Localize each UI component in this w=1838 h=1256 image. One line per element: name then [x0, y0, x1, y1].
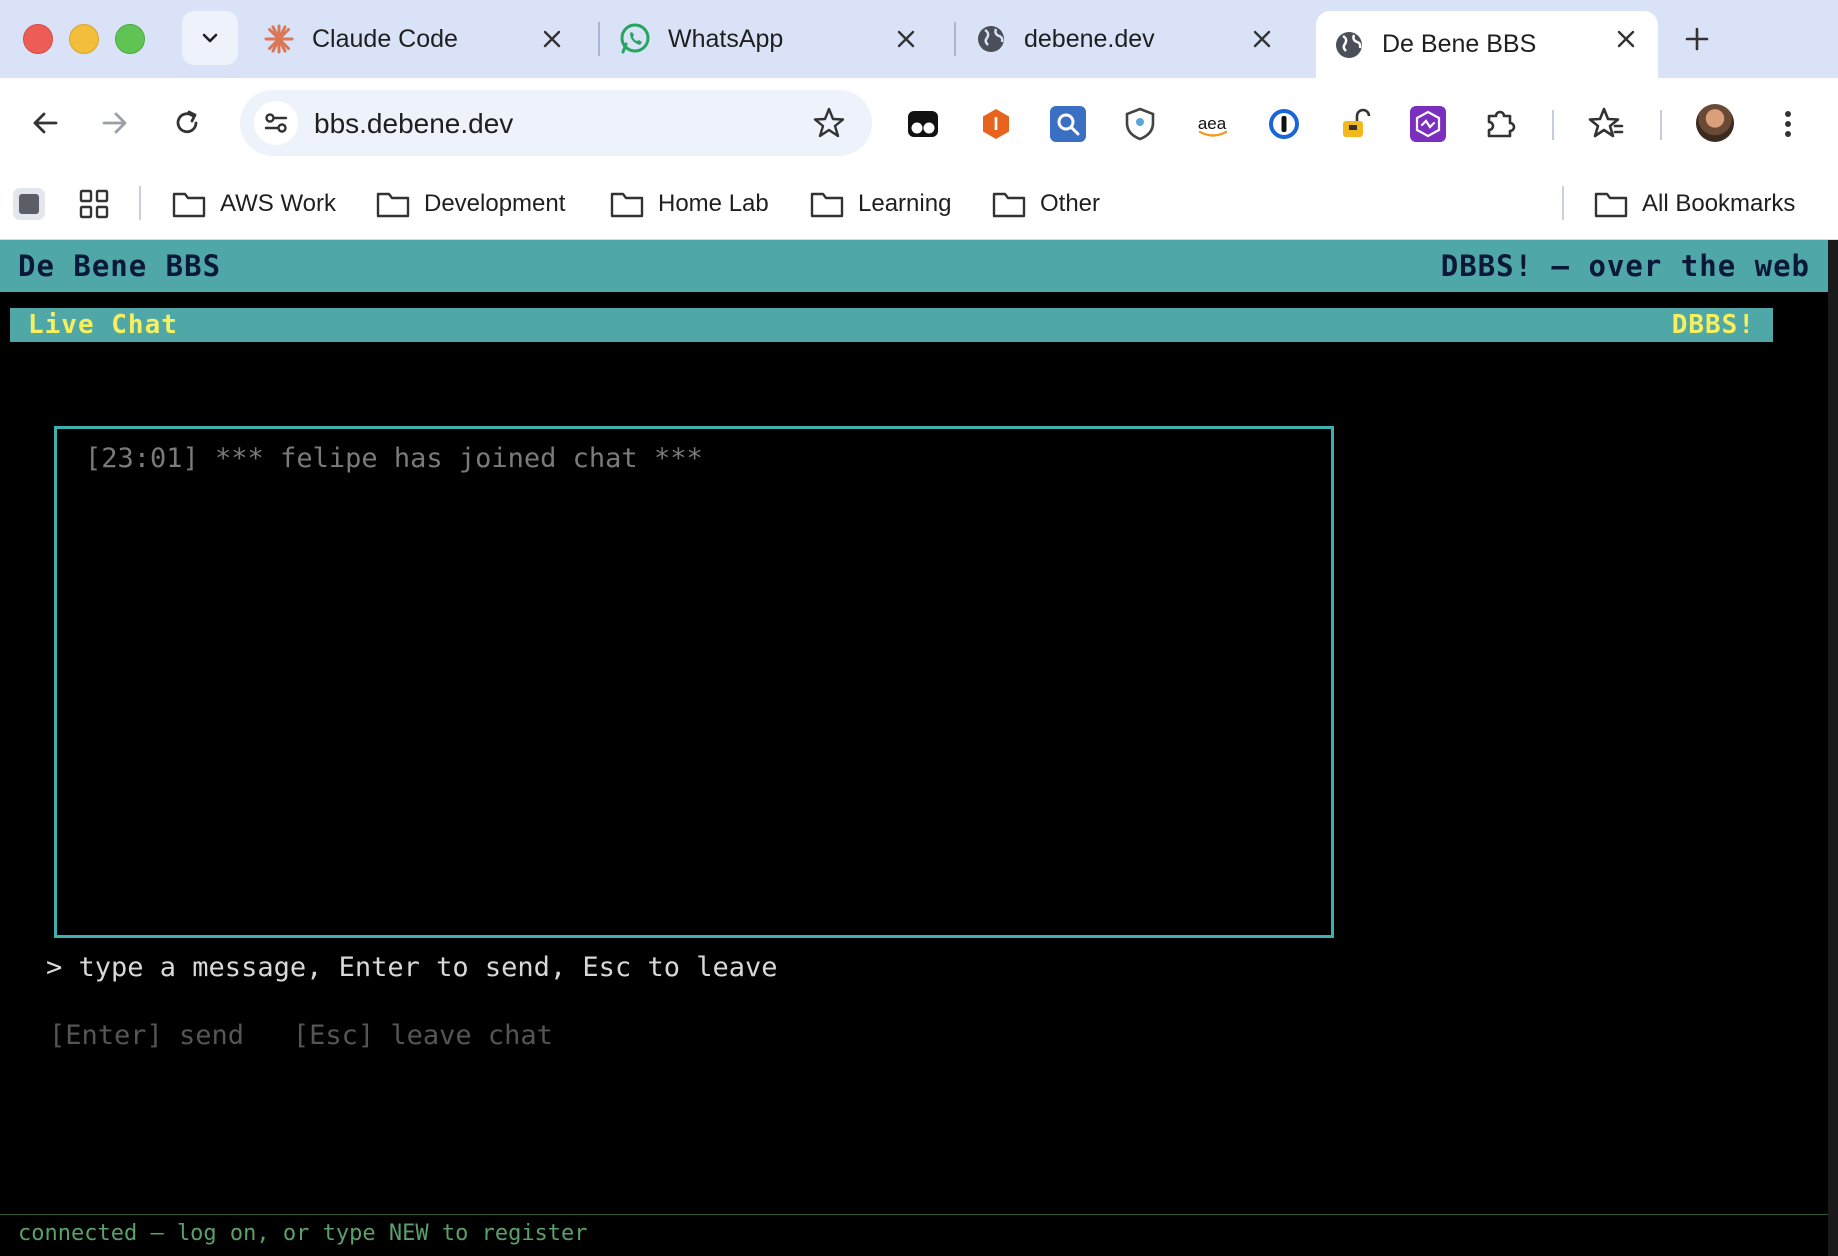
arrow-left-icon	[33, 112, 58, 134]
whatsapp-icon	[618, 22, 652, 56]
address-bar[interactable]: bbs.debene.dev	[240, 90, 872, 156]
onepassword-icon[interactable]	[1266, 106, 1302, 142]
bookmark-label: Learning	[858, 190, 952, 217]
window-close-button[interactable]	[23, 24, 53, 54]
tab-groups-button[interactable]	[12, 184, 46, 224]
new-tab-button[interactable]	[1680, 22, 1714, 56]
reload-button[interactable]	[166, 102, 208, 144]
chat-log: [23:01] *** felipe has joined chat ***	[54, 426, 1334, 938]
plus-icon	[1685, 27, 1709, 51]
tab-strip: Claude Code WhatsApp debene.dev De Bene …	[0, 0, 1838, 78]
section-badge: DBBS!	[1671, 310, 1755, 340]
bookmark-folder-other[interactable]: Other	[992, 184, 1100, 224]
key-hints: [Enter] send [Esc] leave chat	[49, 1020, 553, 1051]
window-maximize-button[interactable]	[115, 24, 145, 54]
tab-whatsapp[interactable]: WhatsApp	[618, 11, 938, 67]
window-minimize-button[interactable]	[69, 24, 99, 54]
menu-button[interactable]	[1770, 106, 1806, 142]
bookmark-folder-learning[interactable]: Learning	[810, 184, 951, 224]
tab-close-icon[interactable]	[1612, 25, 1640, 53]
section-header: Live Chat DBBS!	[10, 308, 1773, 342]
section-title: Live Chat	[28, 310, 178, 340]
bookmarks-separator	[1562, 186, 1564, 220]
site-title: De Bene BBS	[18, 249, 222, 283]
folder-icon	[172, 192, 206, 218]
site-info-button[interactable]	[254, 101, 298, 145]
profile-avatar[interactable]	[1696, 104, 1734, 142]
bookmark-star-icon[interactable]	[812, 106, 846, 140]
chevron-down-icon	[202, 33, 218, 43]
tab-close-icon[interactable]	[892, 25, 920, 53]
tab-claude-code[interactable]: Claude Code	[262, 11, 584, 67]
tab-title: debene.dev	[1024, 24, 1155, 53]
forward-button[interactable]	[94, 102, 136, 144]
browser-toolbar: bbs.debene.dev I aea	[0, 78, 1838, 168]
puzzle-icon[interactable]	[1482, 106, 1518, 142]
apps-button[interactable]	[78, 184, 110, 224]
tab-close-icon[interactable]	[1248, 25, 1276, 53]
bookmark-label: AWS Work	[220, 190, 337, 217]
tab-title: WhatsApp	[668, 24, 784, 53]
status-line: connected — log on, or type NEW to regis…	[0, 1214, 1828, 1256]
bookmark-label: Home Lab	[658, 190, 769, 217]
arrow-right-icon	[102, 112, 127, 134]
bookmarks-separator	[139, 186, 141, 220]
lock-icon[interactable]	[1338, 106, 1374, 142]
magnifier-icon[interactable]	[1050, 106, 1086, 142]
tab-debene-dev[interactable]: debene.dev	[974, 11, 1294, 67]
tab-title: De Bene BBS	[1382, 30, 1537, 58]
bookmark-label: Other	[1040, 190, 1101, 217]
scrollbar[interactable]	[1828, 240, 1838, 1256]
folder-icon	[992, 192, 1026, 218]
honey-label: I	[993, 113, 999, 134]
more-vert-icon	[1785, 111, 1791, 137]
bookmarks-bar: AWS Work Development Home Lab Learning O…	[0, 168, 1838, 240]
bbs-page: De Bene BBS DBBS! — over the web Live Ch…	[0, 240, 1838, 1256]
back-button[interactable]	[24, 102, 66, 144]
message-input[interactable]: > type a message, Enter to send, Esc to …	[46, 952, 778, 983]
apps-grid-icon	[79, 189, 109, 219]
folder-icon	[1594, 192, 1628, 218]
chat-message: [23:01] *** felipe has joined chat ***	[85, 443, 703, 474]
tab-search-button[interactable]	[182, 11, 238, 65]
shield-icon[interactable]	[1122, 106, 1158, 142]
all-bookmarks-button[interactable]: All Bookmarks	[1594, 184, 1795, 224]
honey-icon[interactable]: I	[978, 106, 1014, 142]
bookmark-folder-home-lab[interactable]: Home Lab	[610, 184, 769, 224]
globe-icon	[1332, 28, 1366, 62]
toolbar-separator	[1660, 110, 1662, 140]
toolbar-separator	[1552, 110, 1554, 140]
bookmark-folder-development[interactable]: Development	[376, 184, 565, 224]
folder-icon	[810, 192, 844, 218]
folder-icon	[610, 192, 644, 218]
globe-icon	[974, 22, 1008, 56]
hexagon-icon[interactable]	[1410, 106, 1446, 142]
site-header: De Bene BBS DBBS! — over the web	[0, 240, 1828, 292]
square-icon	[13, 188, 45, 220]
bookmark-folder-aws-work[interactable]: AWS Work	[172, 184, 336, 224]
reload-icon	[176, 110, 198, 134]
amazon-icon[interactable]: aea	[1194, 106, 1230, 142]
bookmark-label: All Bookmarks	[1642, 190, 1796, 217]
tab-title: Claude Code	[312, 24, 458, 53]
tampermonkey-icon[interactable]	[905, 106, 941, 142]
tune-icon	[264, 113, 288, 133]
tab-de-bene-bbs[interactable]: De Bene BBS	[1316, 11, 1658, 78]
claude-icon	[262, 22, 296, 56]
tab-close-icon[interactable]	[538, 25, 566, 53]
site-tagline: DBBS! — over the web	[1440, 249, 1810, 283]
bookmark-label: Development	[424, 190, 566, 217]
tab-separator	[954, 22, 956, 56]
tab-separator	[598, 22, 600, 56]
reading-list-star-icon[interactable]	[1588, 106, 1624, 142]
url-text: bbs.debene.dev	[314, 108, 514, 139]
folder-icon	[376, 192, 410, 218]
